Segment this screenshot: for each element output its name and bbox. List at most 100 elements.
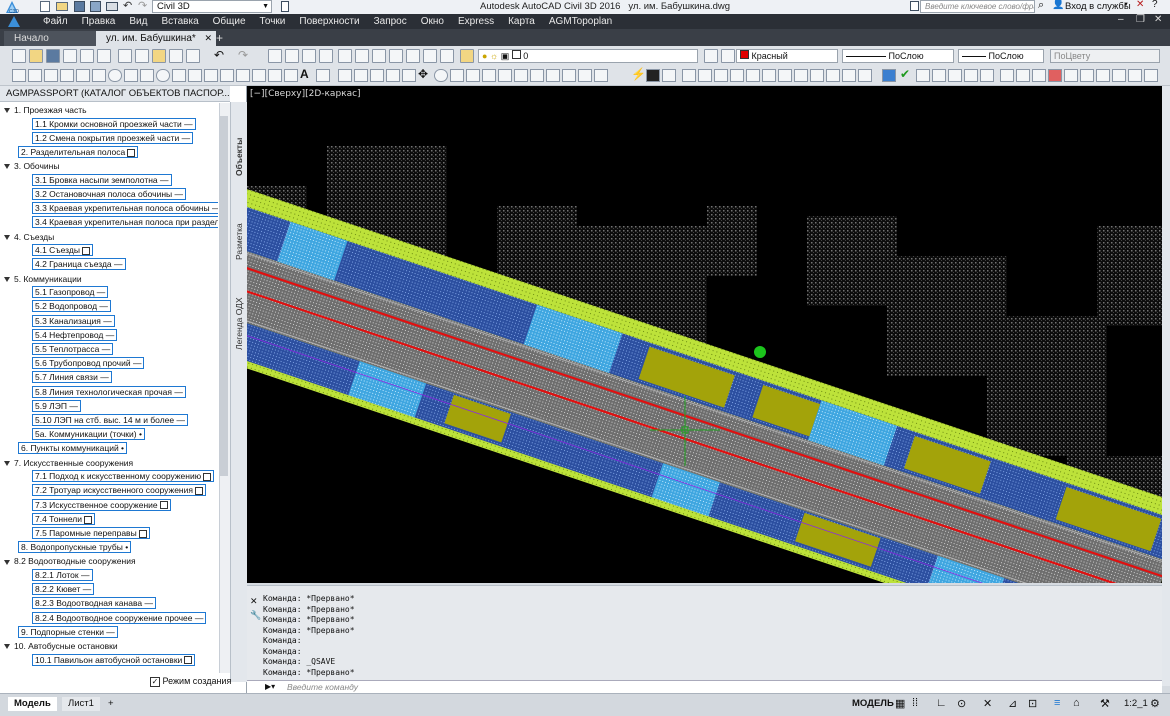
tree-item[interactable]: 5.9 ЛЭП — <box>32 399 81 412</box>
blend-icon[interactable] <box>578 69 592 82</box>
tree-section-10[interactable]: 9. Подпорные стенки — <box>18 625 118 638</box>
lineweight-icon[interactable]: ≡ <box>1054 697 1060 709</box>
civil-tool-11-icon[interactable] <box>810 69 824 82</box>
login-link[interactable]: Вход в службы <box>1065 0 1131 13</box>
undo-icon[interactable]: ↶ <box>214 48 224 62</box>
app-menu-icon[interactable] <box>2 15 28 28</box>
add-layout-button[interactable]: + <box>102 697 120 711</box>
help-icon[interactable]: ? <box>1152 0 1158 10</box>
pan-icon[interactable] <box>268 49 282 63</box>
workspace-select[interactable]: Civil 3D ▼ <box>152 0 272 13</box>
trim-icon[interactable] <box>482 69 496 82</box>
ortho-icon[interactable]: ∟ <box>936 697 947 709</box>
scale-icon[interactable] <box>450 69 464 82</box>
erase-icon[interactable] <box>338 69 352 82</box>
tree-item[interactable]: 5.10 ЛЭП на стб. выс. 14 м и более — <box>32 414 188 426</box>
join-icon[interactable] <box>530 69 544 82</box>
saveas-icon[interactable] <box>90 1 101 12</box>
user-icon[interactable]: 👤 <box>1052 0 1064 10</box>
agm-tool-13-icon[interactable] <box>1096 69 1110 82</box>
tree-item[interactable]: 8.2.1 Лоток — <box>32 569 93 581</box>
binoculars-icon[interactable] <box>910 1 919 11</box>
tab-document[interactable]: ул. им. Бабушкина* ✕ <box>96 31 216 46</box>
region-icon[interactable] <box>268 69 282 82</box>
save-icon[interactable] <box>46 49 60 63</box>
new-icon[interactable] <box>40 1 50 12</box>
plot-icon[interactable] <box>63 49 77 63</box>
chevron-down-icon[interactable]: ▼ <box>1123 2 1129 8</box>
civil-tool-5-icon[interactable] <box>714 69 728 82</box>
redo-icon[interactable]: ↷ <box>138 0 147 12</box>
grid-icon[interactable]: ▦ <box>895 697 905 710</box>
tree-section-7[interactable]: 7. Искусственные сооружения <box>4 457 133 469</box>
save-icon[interactable] <box>74 1 85 12</box>
line-icon[interactable] <box>12 69 26 82</box>
checkbox-icon[interactable] <box>127 148 136 157</box>
tool-palettes-icon[interactable] <box>372 49 386 63</box>
civil-tool-7-icon[interactable] <box>746 69 760 82</box>
arc-icon[interactable] <box>92 69 106 82</box>
expand-triangle-icon[interactable] <box>4 276 10 282</box>
creation-mode-checkbox[interactable]: ✓ <box>150 677 160 687</box>
tree-item[interactable]: 5.6 Трубопровод прочий — <box>32 357 145 370</box>
agm-tool-14-icon[interactable] <box>1112 69 1126 82</box>
expand-triangle-icon[interactable] <box>4 460 10 466</box>
polygon-icon[interactable] <box>60 69 74 82</box>
tree-item[interactable]: 3.3 Краевая укрепительная полоса обочины… <box>32 202 218 215</box>
ellipse-icon[interactable] <box>156 69 170 82</box>
civil-tool-1-icon[interactable] <box>646 69 660 82</box>
civil-tool-4-icon[interactable] <box>698 69 712 82</box>
tree-item[interactable]: 10.1 Павильон автобусной остановки <box>32 653 196 666</box>
menu-express[interactable]: Express <box>451 14 501 29</box>
spline-icon[interactable] <box>140 69 154 82</box>
tree-item[interactable]: 8.2.4 Водоотводное сооружение прочее — <box>32 611 207 624</box>
tree-item[interactable]: 4.2 Граница съезда — <box>32 258 126 271</box>
agm-tool-1-icon[interactable] <box>882 69 896 82</box>
preview-icon[interactable] <box>80 49 94 63</box>
tab-markings[interactable]: Разметка <box>232 217 246 267</box>
tree-item[interactable]: 1.2 Смена покрытия проезжей части — <box>32 131 194 144</box>
stretch-icon[interactable] <box>466 69 480 82</box>
checkbox-icon[interactable] <box>194 487 203 496</box>
tab-objects[interactable]: Объекты <box>232 132 246 182</box>
tree-section-4[interactable]: 4. Съезды <box>4 231 54 243</box>
revcloud-icon[interactable] <box>124 69 138 82</box>
tree-item[interactable]: 5.2 Водопровод — <box>32 300 111 313</box>
tree-item[interactable]: 7.3 Искусственное сооружение <box>32 498 171 511</box>
tree-section-11[interactable]: 10. Автобусные остановки <box>4 640 118 652</box>
agm-tool-10-icon[interactable] <box>1048 69 1062 82</box>
tab-model[interactable]: Модель <box>8 697 57 711</box>
tab-start[interactable]: Начало <box>4 31 104 46</box>
tab-legend[interactable]: Легенда ОДХ <box>232 292 246 356</box>
civil-tool-3-icon[interactable] <box>682 69 696 82</box>
menu-surfaces[interactable]: Поверхности <box>292 14 366 29</box>
tree-item[interactable]: 7.4 Тоннели <box>32 512 95 525</box>
menu-agmtopoplan[interactable]: AGMTopoplan <box>542 14 619 29</box>
annotation-scale[interactable]: 1:2_1 <box>1124 698 1148 709</box>
expand-triangle-icon[interactable] <box>4 234 10 240</box>
menu-edit[interactable]: Правка <box>75 14 123 29</box>
layer-select[interactable]: ● ☼ ▣ 0 <box>478 49 698 63</box>
checkbox-icon[interactable] <box>81 246 90 255</box>
zoom-realtime-icon[interactable] <box>285 49 299 63</box>
minimize-icon[interactable]: – <box>1118 14 1124 25</box>
creation-mode-row[interactable]: ✓ Режим создания <box>150 676 231 687</box>
civil-tool-9-icon[interactable] <box>778 69 792 82</box>
menu-points[interactable]: Точки <box>253 14 293 29</box>
menu-window[interactable]: Окно <box>414 14 451 29</box>
calculator-icon[interactable] <box>423 49 437 63</box>
share-icon[interactable] <box>281 1 289 12</box>
tree-item[interactable]: 3.1 Бровка насыпи земполотна — <box>32 173 172 186</box>
tree-item[interactable]: 7.5 Паромные переправы <box>32 527 150 539</box>
design-center-icon[interactable] <box>355 49 369 63</box>
tree-item[interactable]: 5.3 Канализация — <box>32 314 115 327</box>
polar-icon[interactable]: ⊙ <box>957 697 966 710</box>
agm-tool-6-icon[interactable] <box>980 69 994 82</box>
tree-item[interactable]: 5.1 Газопровод — <box>32 286 109 299</box>
properties-icon[interactable] <box>338 49 352 63</box>
checkmark-icon[interactable]: ✔ <box>900 67 910 81</box>
close-icon[interactable]: ✕ <box>1154 14 1162 25</box>
undo-icon[interactable]: ↶ <box>123 0 132 12</box>
model-space-toggle[interactable]: МОДЕЛЬ <box>852 698 894 709</box>
annotation-visibility-icon[interactable]: ⚒ <box>1100 697 1110 710</box>
